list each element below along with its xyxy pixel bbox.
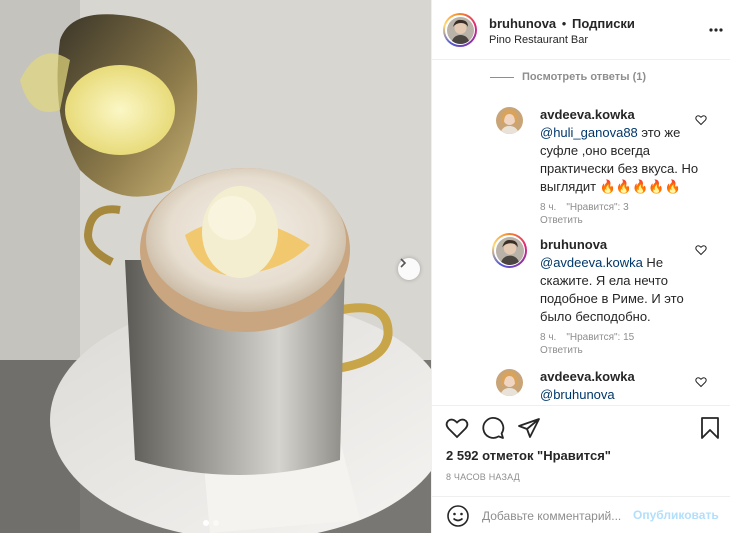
post-side-panel: bruhunova • Подписки Pino Restaurant Bar…: [431, 0, 730, 533]
replies-divider-line: [490, 76, 514, 78]
separator-dot: •: [561, 16, 567, 31]
reply-button[interactable]: Ответить: [540, 345, 583, 356]
comment-mention[interactable]: @bruhunova: [540, 387, 615, 402]
comment-body: bruhunova @avdeeva.kowka Не скажите. Я е…: [540, 236, 700, 326]
comment-time: 8 ч.: [540, 202, 557, 213]
comment-mention[interactable]: @huli_ganova88: [540, 125, 638, 140]
post-time: 8 ЧАСОВ НАЗАД: [446, 472, 520, 482]
heart-icon[interactable]: [445, 416, 469, 440]
chevron-right-icon: [400, 258, 407, 268]
heart-icon[interactable]: [695, 114, 707, 126]
share-icon[interactable]: [517, 416, 541, 440]
comment-body: avdeeva.kowka @bruhunova: [540, 368, 700, 404]
comment-meta: 8 ч. "Нравится": 15 Ответить: [540, 331, 634, 357]
location-link[interactable]: Pino Restaurant Bar: [489, 34, 588, 46]
reply-button[interactable]: Ответить: [540, 215, 583, 226]
commenter-avatar[interactable]: [492, 233, 527, 268]
comments-list[interactable]: Посмотреть ответы (1) avdeeva.kowka @hul…: [432, 61, 730, 405]
comment-username[interactable]: avdeeva.kowka: [540, 106, 700, 124]
avatar-photo: [496, 107, 523, 134]
carousel-dot-active: [203, 520, 209, 526]
likes-count[interactable]: 2 592 отметок "Нравится": [446, 448, 611, 463]
emoji-icon[interactable]: [446, 504, 470, 528]
comment-likes[interactable]: "Нравится": 3: [566, 202, 628, 213]
comment-meta: 8 ч. "Нравится": 3 Ответить: [540, 201, 629, 227]
more-horizontal-icon: [709, 28, 723, 32]
bookmark-icon[interactable]: [698, 416, 722, 440]
comment-icon[interactable]: [481, 416, 505, 440]
avatar-photo: [495, 236, 524, 265]
avatar-photo: [446, 16, 474, 44]
post-header: bruhunova • Подписки Pino Restaurant Bar: [432, 0, 730, 60]
comment-username[interactable]: avdeeva.kowka: [540, 368, 700, 386]
commenter-avatar[interactable]: [496, 369, 523, 396]
post-actions: 2 592 отметок "Нравится" 8 ЧАСОВ НАЗАД О…: [432, 405, 730, 533]
more-options-button[interactable]: [708, 22, 724, 38]
publish-button[interactable]: Опубликовать: [633, 508, 719, 522]
carousel-next-button[interactable]: [398, 258, 420, 280]
commenter-avatar[interactable]: [496, 107, 523, 134]
add-comment-bar: Опубликовать: [432, 496, 730, 533]
comment-body: avdeeva.kowka @huli_ganova88 это же суфл…: [540, 106, 700, 196]
heart-icon[interactable]: [695, 244, 707, 256]
comment-username[interactable]: bruhunova: [540, 236, 700, 254]
avatar-photo: [496, 369, 523, 396]
post-photo[interactable]: [0, 0, 431, 533]
carousel-dot: [213, 520, 219, 526]
comment-mention[interactable]: @avdeeva.kowka: [540, 255, 643, 270]
comment-input[interactable]: [482, 506, 632, 526]
comment-likes[interactable]: "Нравится": 15: [566, 332, 634, 343]
comment-time: 8 ч.: [540, 332, 557, 343]
header-user-line: bruhunova • Подписки: [489, 16, 635, 31]
souffle-photo-illustration: [0, 0, 431, 533]
follow-status-button[interactable]: Подписки: [572, 16, 635, 31]
author-username[interactable]: bruhunova: [489, 16, 556, 31]
heart-icon[interactable]: [695, 376, 707, 388]
author-avatar[interactable]: [443, 13, 477, 47]
carousel-dots: [203, 520, 219, 526]
view-replies-button[interactable]: Посмотреть ответы (1): [490, 71, 646, 83]
view-replies-label: Посмотреть ответы (1): [522, 71, 647, 83]
